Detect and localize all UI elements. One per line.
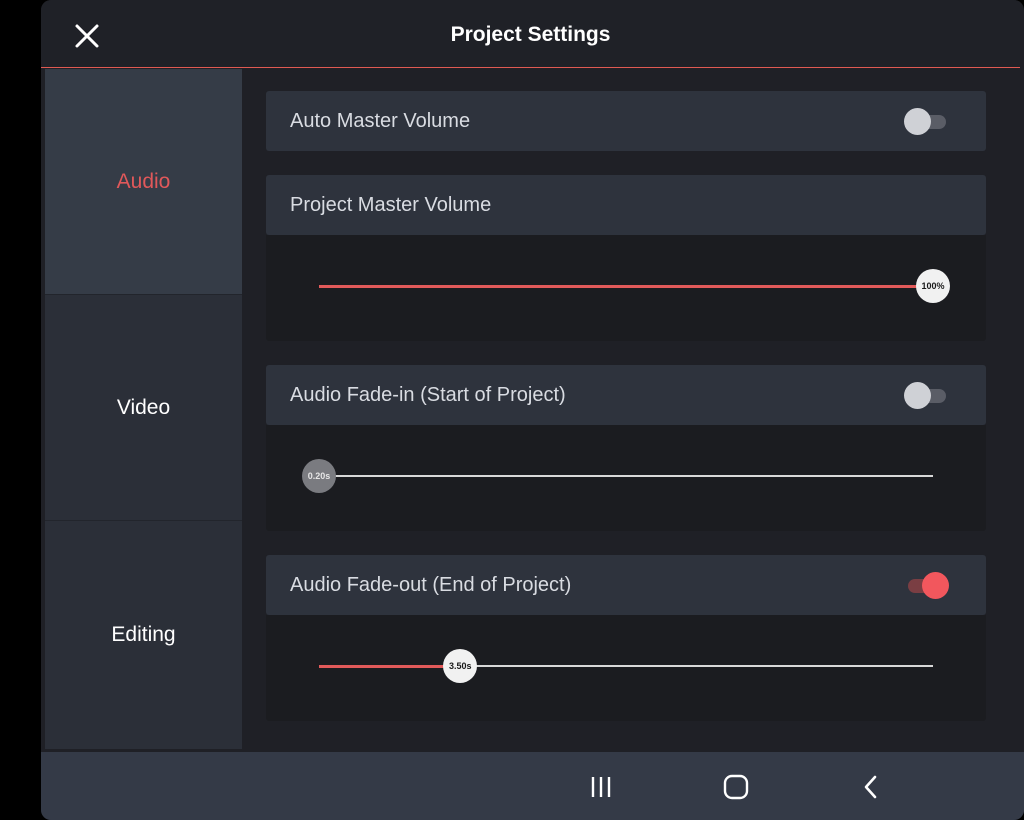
page-title: Project Settings	[450, 23, 611, 46]
system-nav-bar	[41, 752, 1024, 820]
sidebar-item-audio[interactable]: Audio	[45, 69, 242, 295]
project-master-volume-label: Project Master Volume	[290, 194, 492, 216]
project-master-volume-body: 100%	[266, 235, 986, 341]
fade-out-row: Audio Fade-out (End of Project)	[266, 555, 986, 615]
fade-out-slider[interactable]: 3.50s	[319, 649, 933, 683]
sidebar-item-editing[interactable]: Editing	[45, 522, 242, 747]
settings-panel: Auto Master Volume Project Master Volume…	[242, 69, 1020, 749]
recent-apps-icon[interactable]	[586, 772, 616, 802]
fade-in-toggle[interactable]	[904, 382, 948, 409]
fade-in-body: 0.20s	[266, 425, 986, 531]
sidebar: Audio Video Editing	[45, 69, 242, 749]
auto-master-volume-toggle[interactable]	[904, 108, 948, 135]
toggle-knob	[904, 382, 931, 409]
toggle-knob	[904, 108, 931, 135]
project-master-volume-row: Project Master Volume	[266, 175, 986, 235]
fade-out-toggle[interactable]	[904, 572, 949, 599]
fade-in-row: Audio Fade-in (Start of Project)	[266, 365, 986, 425]
app-window: Project Settings Audio Video Editing Aut…	[41, 0, 1024, 820]
slider-thumb[interactable]: 0.20s	[302, 459, 336, 493]
header-bar: Project Settings	[41, 0, 1020, 68]
toggle-knob	[922, 572, 949, 599]
slider-fill	[319, 664, 461, 668]
fade-out-label: Audio Fade-out (End of Project)	[290, 574, 572, 596]
auto-master-volume-label: Auto Master Volume	[290, 110, 471, 132]
sidebar-item-video[interactable]: Video	[45, 295, 242, 521]
fade-in-slider[interactable]: 0.20s	[302, 459, 933, 493]
slider-fill	[319, 284, 933, 288]
fade-out-body: 3.50s	[266, 615, 986, 721]
fade-in-label: Audio Fade-in (Start of Project)	[290, 384, 566, 406]
home-icon[interactable]	[721, 772, 751, 802]
project-master-volume-slider[interactable]: 100%	[319, 269, 950, 303]
slider-thumb[interactable]: 3.50s	[443, 649, 478, 683]
back-icon[interactable]	[856, 772, 886, 802]
auto-master-volume-row: Auto Master Volume	[266, 91, 986, 151]
slider-thumb[interactable]: 100%	[916, 269, 950, 303]
